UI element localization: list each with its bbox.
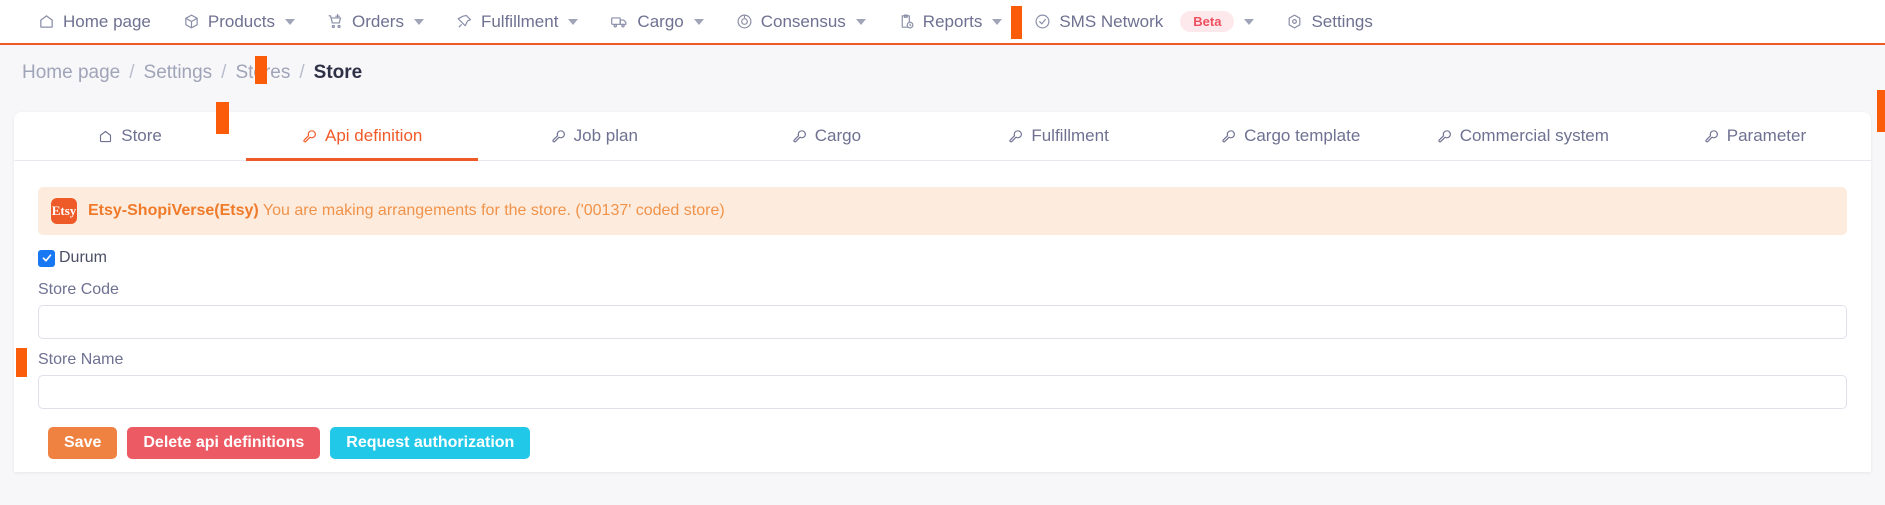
wrench-icon <box>1704 129 1719 144</box>
top-navigation-bar: Home page Products Orders Fulfillment Ca… <box>0 0 1885 45</box>
alert-message: Etsy-ShopiVerse(Etsy) You are making arr… <box>88 202 725 220</box>
tab-label: Cargo <box>814 126 862 145</box>
nav-item-consensus[interactable]: Consensus <box>720 0 882 44</box>
clipboard-clock-icon <box>898 13 915 30</box>
store-code-input[interactable] <box>38 305 1847 339</box>
alert-detail: You are making arrangements for the stor… <box>258 202 725 219</box>
tab-label: Store <box>121 126 162 145</box>
tab-commercial-system[interactable]: Commercial system <box>1407 112 1639 160</box>
save-button[interactable]: Save <box>48 427 118 459</box>
store-code-label: Store Code <box>38 281 119 298</box>
chevron-down-icon <box>1244 18 1255 25</box>
tab-label: Commercial system <box>1459 126 1609 145</box>
nav-label: Reports <box>922 11 983 31</box>
wrench-icon <box>792 129 807 144</box>
hexagon-gear-icon <box>1286 13 1303 30</box>
breadcrumb: Home page / Settings / Stores / Store <box>0 47 1885 99</box>
tab-store[interactable]: Store <box>14 112 246 160</box>
form-action-buttons: Save Delete api definitions Request auth… <box>38 427 1847 459</box>
wrench-icon <box>302 129 317 144</box>
store-name-input[interactable] <box>38 375 1847 409</box>
chevron-down-icon <box>855 18 866 25</box>
store-context-alert: Etsy Etsy-ShopiVerse(Etsy) You are makin… <box>38 187 1847 235</box>
durum-checkbox-label: Durum <box>59 249 108 266</box>
chevron-down-icon <box>284 18 295 25</box>
breadcrumb-item-settings[interactable]: Settings <box>144 62 213 84</box>
tab-job-plan[interactable]: Job plan <box>478 112 710 160</box>
breadcrumb-separator: / <box>129 62 135 83</box>
store-code-field-group: Store Code <box>38 281 1847 339</box>
wrench-icon <box>1221 129 1236 144</box>
nav-label: Fulfillment <box>480 11 559 31</box>
nav-item-products[interactable]: Products <box>167 0 311 44</box>
tab-cargo[interactable]: Cargo <box>710 112 942 160</box>
tab-label: Parameter <box>1726 126 1807 145</box>
check-circle-icon <box>1034 13 1051 30</box>
tab-bar: Store Api definition Job plan Cargo Fulf… <box>14 112 1871 161</box>
tab-label: Api definition <box>325 126 423 145</box>
nav-item-reports[interactable]: Reports <box>882 0 1019 44</box>
breadcrumb-separator: / <box>221 62 227 83</box>
beta-badge: Beta <box>1180 11 1235 32</box>
tab-parameter[interactable]: Parameter <box>1639 112 1871 160</box>
app-root: Home page Products Orders Fulfillment Ca… <box>0 0 1885 505</box>
nav-item-fulfillment[interactable]: Fulfillment <box>440 0 594 44</box>
tab-label: Job plan <box>573 126 638 145</box>
nav-label: Orders <box>351 11 404 31</box>
chevron-down-icon <box>568 18 579 25</box>
nav-label: Home page <box>63 11 151 31</box>
delete-api-definitions-button[interactable]: Delete api definitions <box>127 427 321 459</box>
request-authorization-button[interactable]: Request authorization <box>330 427 531 459</box>
durum-checkbox[interactable] <box>38 249 55 267</box>
tab-label: Fulfillment <box>1031 126 1109 145</box>
cart-plus-icon <box>327 13 344 30</box>
breadcrumb-item-store: Store <box>313 62 363 83</box>
nav-label: Cargo <box>637 11 684 31</box>
wrench-icon <box>1437 129 1452 144</box>
store-name-label: Store Name <box>38 351 124 368</box>
breadcrumb-separator: / <box>299 62 305 83</box>
nav-item-cargo[interactable]: Cargo <box>594 0 719 44</box>
nav-label: Consensus <box>760 11 846 31</box>
chevron-down-icon <box>693 18 704 25</box>
tab-fulfillment[interactable]: Fulfillment <box>943 112 1175 160</box>
nav-item-settings[interactable]: Settings <box>1270 0 1388 44</box>
store-name-field-group: Store Name <box>38 351 1847 409</box>
nav-label: Settings <box>1311 11 1373 31</box>
wrench-icon <box>551 129 566 144</box>
tab-api-definition[interactable]: Api definition <box>246 112 479 161</box>
box-icon <box>183 13 200 30</box>
tab-cargo-template[interactable]: Cargo template <box>1175 112 1407 160</box>
wrench-icon <box>1008 129 1023 144</box>
home-icon <box>98 129 113 144</box>
chevron-down-icon <box>413 18 424 25</box>
breadcrumb-item-stores[interactable]: Stores <box>235 62 290 84</box>
nav-item-sms-network[interactable]: SMS Network Beta <box>1018 0 1270 44</box>
breadcrumb-item-home-page[interactable]: Home page <box>22 62 120 84</box>
home-icon <box>38 13 55 30</box>
store-settings-card: Store Api definition Job plan Cargo Fulf… <box>14 112 1871 472</box>
nav-label: SMS Network <box>1059 11 1164 31</box>
pin-icon <box>456 13 473 30</box>
etsy-logo-icon: Etsy <box>51 198 77 224</box>
api-definition-form: Durum Store Code Store Name Save Delete … <box>14 235 1871 459</box>
target-icon <box>736 13 753 30</box>
nav-item-home-page[interactable]: Home page <box>22 0 167 44</box>
durum-checkbox-row: Durum <box>38 249 1847 267</box>
chevron-down-icon <box>992 18 1003 25</box>
nav-label: Products <box>207 11 275 31</box>
truck-icon <box>610 13 629 30</box>
nav-item-orders[interactable]: Orders <box>311 0 440 44</box>
alert-store-name: Etsy-ShopiVerse(Etsy) <box>88 202 259 219</box>
tab-label: Cargo template <box>1244 126 1361 145</box>
